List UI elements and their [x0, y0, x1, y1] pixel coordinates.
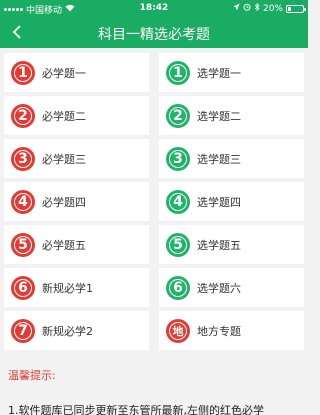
topic-card-left-5[interactable]: 5 必学题五	[4, 225, 149, 264]
local-badge-icon: 地	[166, 318, 190, 343]
topic-label: 新规必学2	[42, 324, 93, 338]
battery-icon	[286, 4, 306, 13]
topic-card-right-1[interactable]: 1 选学题一	[159, 53, 304, 92]
topic-card-left-3[interactable]: 3 必学题三	[4, 139, 149, 178]
topic-card-left-1[interactable]: 1 必学题一	[4, 53, 149, 92]
topic-card-right-2[interactable]: 2 选学题二	[159, 96, 304, 135]
number-badge-icon: 2	[166, 103, 190, 128]
number-badge-icon: 5	[166, 232, 190, 257]
topic-label: 必学题三	[42, 152, 86, 166]
topic-card-right-6[interactable]: 6 选学题六	[159, 268, 304, 307]
topic-card-left-7[interactable]: 7 新规必学2	[4, 311, 149, 350]
status-bar: 中国移动 18:42 20%	[0, 0, 308, 16]
battery-percent: 20%	[262, 3, 283, 14]
number-badge-icon: 3	[166, 146, 190, 171]
number-badge-icon: 5	[11, 232, 35, 257]
number-badge-icon: 2	[11, 103, 35, 128]
tips-title: 温馨提示:	[8, 369, 56, 382]
topic-label: 必学题四	[42, 195, 86, 209]
number-badge-icon: 1	[166, 60, 190, 85]
topic-card-right-4[interactable]: 4 选学题四	[159, 182, 304, 221]
alarm-icon	[243, 3, 251, 14]
topic-card-right-5[interactable]: 5 选学题五	[159, 225, 304, 264]
topic-label: 选学题三	[197, 152, 241, 166]
topic-label: 选学题一	[197, 66, 241, 80]
topic-label: 必学题一	[42, 66, 86, 80]
topic-label: 选学题四	[197, 195, 241, 209]
topic-label: 必学题二	[42, 109, 86, 123]
tips-text: 1.软件题库已同步更新至东管所最新,左侧的红色必学	[8, 404, 264, 415]
topic-card-left-6[interactable]: 6 新规必学1	[4, 268, 149, 307]
page-title: 科目一精选必考题	[98, 27, 210, 43]
topic-label: 地方专题	[197, 324, 241, 338]
nav-bar: 科目一精选必考题	[0, 16, 308, 48]
topic-card-left-4[interactable]: 4 必学题四	[4, 182, 149, 221]
number-badge-icon: 4	[166, 189, 190, 214]
topic-label: 新规必学1	[42, 281, 93, 295]
bluetooth-icon	[254, 2, 260, 14]
number-badge-icon: 4	[11, 189, 35, 214]
topic-label: 选学题二	[197, 109, 241, 123]
number-badge-icon: 7	[11, 318, 35, 343]
topic-label: 选学题五	[197, 238, 241, 252]
number-badge-icon: 6	[166, 275, 190, 300]
number-badge-icon: 1	[11, 60, 35, 85]
topic-card-left-2[interactable]: 2 必学题二	[4, 96, 149, 135]
battery-level	[288, 6, 291, 11]
topic-card-right-3[interactable]: 3 选学题三	[159, 139, 304, 178]
number-badge-icon: 6	[11, 275, 35, 300]
topic-card-right-7[interactable]: 地 地方专题	[159, 311, 304, 350]
location-icon	[233, 3, 240, 14]
number-badge-icon: 3	[11, 146, 35, 171]
topic-label: 必学题五	[42, 238, 86, 252]
topic-label: 选学题六	[197, 281, 241, 295]
